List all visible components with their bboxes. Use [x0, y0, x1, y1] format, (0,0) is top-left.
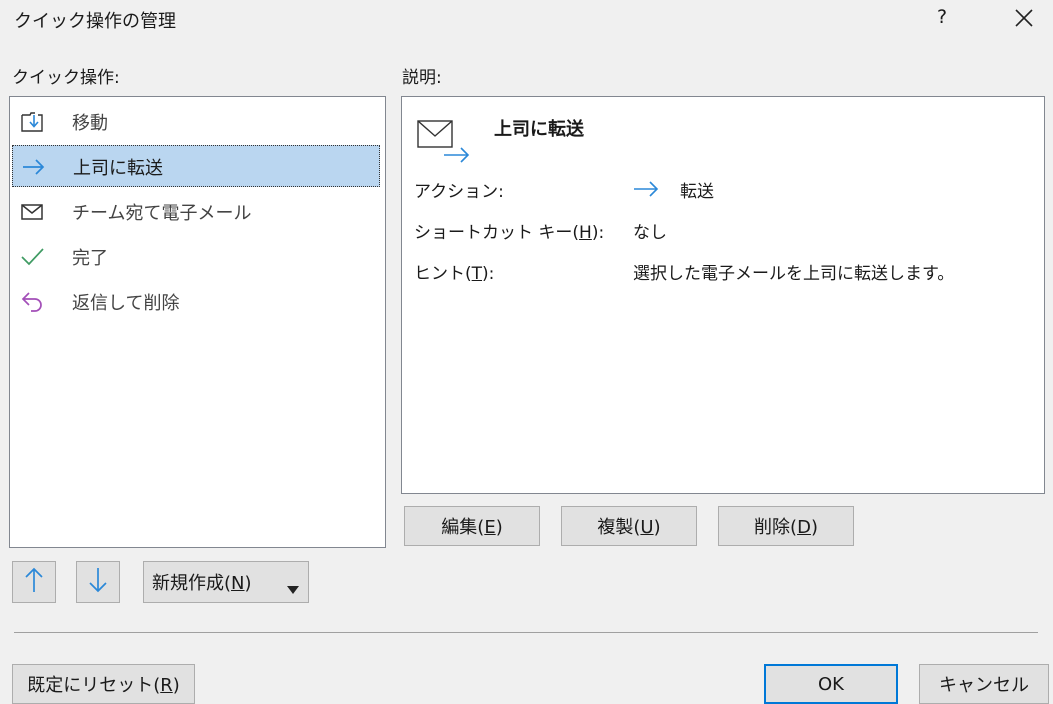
move-up-button[interactable]: [12, 561, 56, 603]
reply-icon: [20, 290, 44, 314]
help-button[interactable]: ?: [932, 6, 952, 28]
footer-divider: [14, 632, 1038, 633]
move-to-folder-icon: [20, 110, 44, 134]
list-item-reply-delete[interactable]: 返信して削除: [12, 281, 380, 323]
move-down-button[interactable]: [76, 561, 120, 603]
ok-button[interactable]: OK: [764, 664, 898, 704]
forward-arrow-icon: [21, 155, 45, 179]
list-item-label: 返信して削除: [72, 293, 180, 314]
cancel-button[interactable]: キャンセル: [919, 664, 1049, 704]
close-icon: [1015, 9, 1033, 27]
envelope-icon: [20, 200, 44, 224]
description-panel: 上司に転送 アクション: 転送 ショートカット キー(H): なし ヒント(T)…: [401, 96, 1045, 494]
dialog-title: クイック操作の管理: [14, 11, 176, 32]
description-heading: 上司に転送: [494, 119, 584, 140]
forward-arrow-icon: [632, 179, 660, 204]
hint-value: 選択した電子メールを上司に転送します。: [633, 264, 955, 284]
action-label: アクション:: [414, 182, 504, 202]
list-item-label: 移動: [72, 113, 108, 134]
arrow-down-icon: [89, 567, 107, 592]
hint-label: ヒント(T):: [414, 264, 495, 284]
duplicate-button[interactable]: 複製(U): [561, 506, 697, 546]
delete-button[interactable]: 削除(D): [718, 506, 854, 546]
list-item-forward-to-manager[interactable]: 上司に転送: [12, 145, 380, 187]
list-item-label: 完了: [72, 248, 108, 269]
envelope-forward-icon: [416, 115, 474, 172]
list-item-move[interactable]: 移動: [12, 101, 380, 143]
dropdown-arrow-icon: [287, 578, 299, 599]
edit-button[interactable]: 編集(E): [404, 506, 540, 546]
quick-steps-label: クイック操作:: [12, 68, 120, 88]
list-item-done[interactable]: 完了: [12, 236, 380, 278]
list-item-team-email[interactable]: チーム宛て電子メール: [12, 191, 380, 233]
list-item-label: 上司に転送: [73, 158, 163, 179]
reset-to-default-button[interactable]: 既定にリセット(R): [12, 664, 195, 704]
arrow-up-icon: [25, 567, 43, 592]
quick-steps-list[interactable]: 移動 上司に転送 チーム宛て電子メール 完了 返信して削除: [9, 96, 386, 548]
close-button[interactable]: [1008, 4, 1038, 32]
action-value: 転送: [680, 182, 714, 202]
list-item-label: チーム宛て電子メール: [72, 203, 252, 224]
shortcut-key-label: ショートカット キー(H):: [414, 223, 605, 243]
new-quick-step-dropdown[interactable]: 新規作成(N): [143, 561, 309, 603]
description-label: 説明:: [402, 68, 442, 88]
checkmark-icon: [20, 245, 44, 269]
shortcut-key-value: なし: [633, 223, 667, 243]
